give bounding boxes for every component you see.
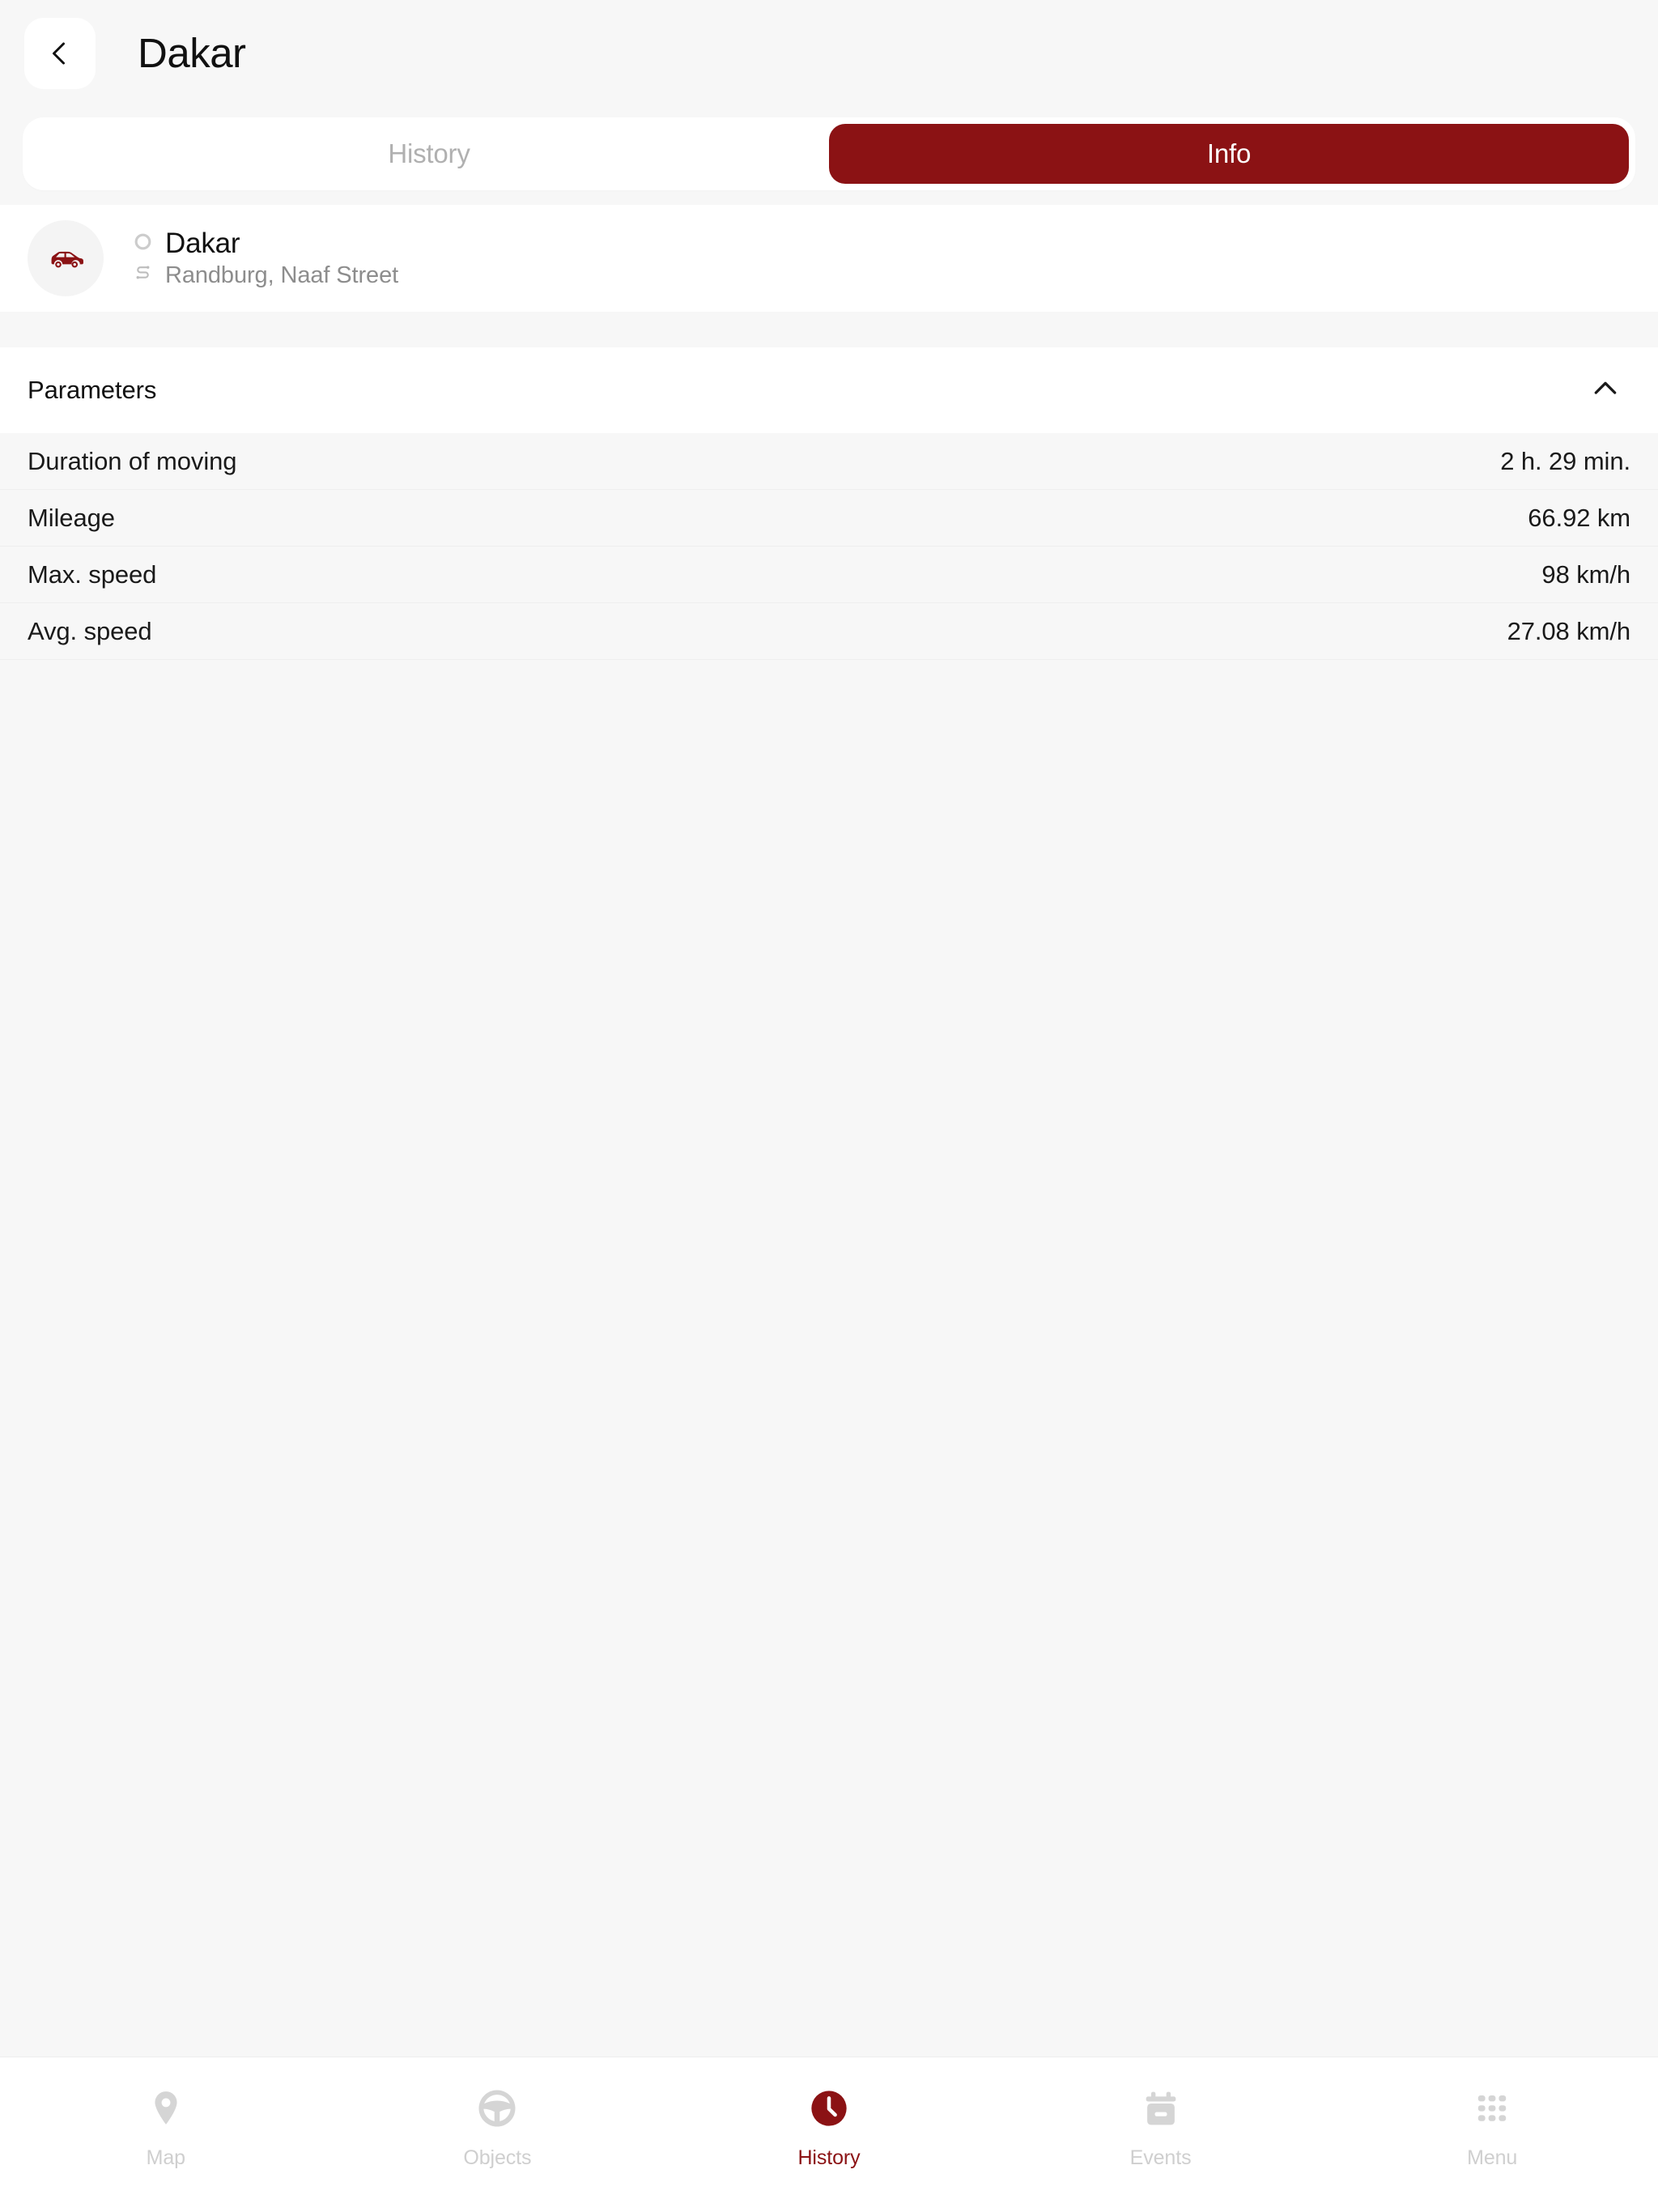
param-value: 27.08 km/h: [1507, 616, 1630, 645]
table-row: Max. speed 98 km/h: [0, 547, 1658, 603]
param-label: Avg. speed: [28, 616, 152, 645]
tab-bar: History Info: [23, 117, 1635, 190]
object-name: Dakar: [165, 228, 240, 259]
route-icon: [133, 263, 153, 287]
nav-label-history: History: [797, 2146, 861, 2169]
object-details: Dakar Randburg, Naaf Street: [133, 229, 398, 287]
steering-wheel-icon: [472, 2083, 522, 2133]
back-button[interactable]: [24, 17, 96, 89]
grid-dots-icon: [1467, 2083, 1517, 2133]
param-label: Mileage: [28, 503, 115, 532]
chevron-up-icon: [1589, 372, 1622, 409]
param-value: 66.92 km: [1528, 503, 1630, 532]
page-title: Dakar: [138, 30, 246, 76]
tab-history[interactable]: History: [29, 124, 829, 184]
parameters-section-header[interactable]: Parameters: [0, 347, 1658, 433]
calendar-icon: [1136, 2083, 1186, 2133]
bottom-navigation: Map Objects History Events Menu: [0, 2057, 1658, 2212]
param-label: Max. speed: [28, 559, 157, 589]
app-root: Dakar History Info Dakar Randburg, Naaf …: [0, 0, 1658, 2212]
tabs-container: History Info: [0, 106, 1658, 205]
object-address: Randburg, Naaf Street: [165, 262, 399, 288]
status-circle-icon: [133, 232, 153, 256]
nav-item-history[interactable]: History: [663, 2083, 995, 2168]
param-label: Duration of moving: [28, 446, 237, 475]
nav-label-events: Events: [1129, 2146, 1192, 2169]
nav-item-events[interactable]: Events: [995, 2083, 1327, 2168]
chevron-left-icon: [45, 39, 74, 68]
map-pin-icon: [141, 2083, 191, 2133]
param-value: 98 km/h: [1541, 559, 1630, 589]
table-row: Avg. speed 27.08 km/h: [0, 603, 1658, 660]
clock-icon: [804, 2083, 854, 2133]
section-divider: [0, 312, 1658, 347]
object-address-line: Randburg, Naaf Street: [133, 263, 398, 287]
tab-info-label: Info: [1206, 138, 1252, 168]
parameters-list: Duration of moving 2 h. 29 min. Mileage …: [0, 433, 1658, 2057]
nav-item-map[interactable]: Map: [0, 2083, 332, 2168]
page-header: Dakar: [0, 0, 1658, 106]
param-value: 2 h. 29 min.: [1500, 446, 1630, 475]
table-row: Duration of moving 2 h. 29 min.: [0, 433, 1658, 490]
car-icon: [44, 235, 87, 283]
nav-label-objects: Objects: [463, 2146, 532, 2169]
tab-info[interactable]: Info: [829, 124, 1629, 184]
nav-item-objects[interactable]: Objects: [332, 2083, 664, 2168]
table-row: Mileage 66.92 km: [0, 490, 1658, 547]
parameters-collapse-button[interactable]: [1577, 362, 1634, 419]
avatar: [28, 220, 104, 296]
object-name-line: Dakar: [133, 229, 398, 257]
object-summary-card[interactable]: Dakar Randburg, Naaf Street: [0, 205, 1658, 312]
tab-history-label: History: [388, 138, 470, 168]
nav-item-menu[interactable]: Menu: [1326, 2083, 1658, 2168]
nav-label-map: Map: [146, 2146, 185, 2169]
nav-label-menu: Menu: [1467, 2146, 1518, 2169]
parameters-title: Parameters: [28, 376, 157, 404]
